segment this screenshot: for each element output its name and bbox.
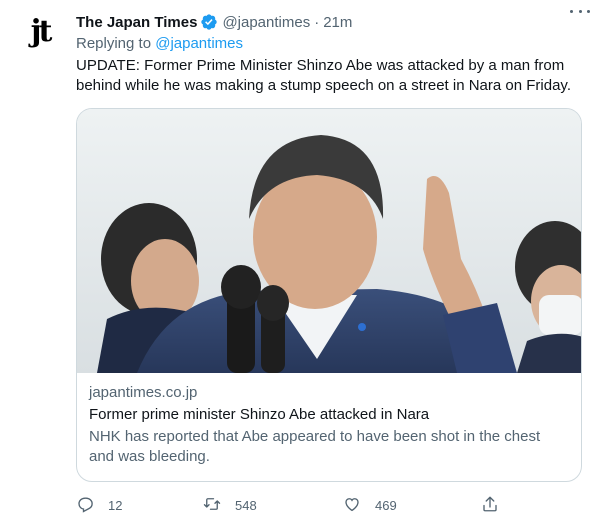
reply-count: 12 — [108, 497, 123, 513]
more-dot — [578, 9, 582, 13]
tweet-timestamp[interactable]: 21m — [323, 14, 352, 31]
like-count: 469 — [375, 497, 397, 513]
card-title[interactable]: Former prime minister Shinzo Abe attacke… — [89, 405, 569, 425]
card-description: NHK has reported that Abe appeared to ha… — [89, 428, 541, 465]
share-button[interactable] — [481, 495, 499, 516]
more-options-icon[interactable] — [570, 6, 590, 16]
tweet-text: UPDATE: Former Prime Minister Shinzo Abe… — [76, 57, 571, 94]
author-handle[interactable]: @japantimes — [222, 14, 310, 31]
verified-badge-icon — [200, 13, 218, 31]
heart-icon — [343, 495, 361, 516]
avatar-logo-text: jt — [30, 14, 53, 49]
more-dot — [587, 9, 590, 13]
reply-icon — [76, 495, 94, 516]
card-photo[interactable] — [77, 109, 581, 373]
retweet-icon — [203, 495, 221, 516]
author-avatar[interactable]: jt — [16, 8, 64, 56]
more-dot — [570, 9, 573, 13]
replying-to: Replying to @japantimes — [76, 35, 243, 52]
card-meta: japantimes.co.jp Former prime minister S… — [89, 383, 569, 467]
replying-to-label: Replying to — [76, 35, 152, 52]
retweet-count: 548 — [235, 497, 257, 513]
tweet-header: The Japan Times @japantimes · 21m — [76, 12, 582, 32]
like-button[interactable]: 469 — [343, 495, 397, 516]
tweet-actions: 12 548 469 — [76, 494, 506, 516]
card-domain: japantimes.co.jp — [89, 384, 198, 401]
author-name[interactable]: The Japan Times — [76, 14, 197, 31]
retweet-button[interactable]: 548 — [203, 495, 257, 516]
separator-dot: · — [314, 13, 320, 31]
replying-to-handle[interactable]: @japantimes — [155, 35, 243, 52]
link-card[interactable]: japantimes.co.jp Former prime minister S… — [76, 108, 582, 482]
share-icon — [481, 495, 499, 516]
reply-button[interactable]: 12 — [76, 495, 122, 516]
